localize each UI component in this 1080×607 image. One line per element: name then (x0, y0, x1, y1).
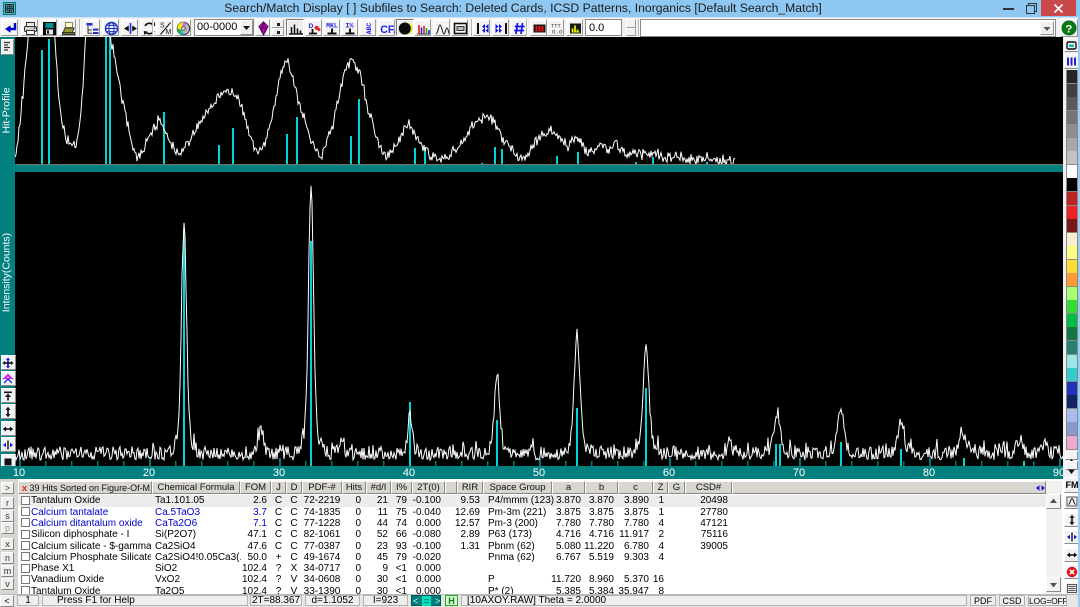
svg-text:MKL: MKL (326, 22, 338, 29)
svg-text:ABC: ABC (366, 23, 373, 35)
svg-text:M: M (166, 29, 172, 36)
svg-text:?: ? (1065, 23, 1072, 35)
svg-text:D: D (309, 23, 314, 30)
svg-text:S: S (160, 23, 165, 30)
svg-text:CF.: CF. (380, 24, 395, 36)
svg-text:O.O: O.O (552, 28, 563, 35)
